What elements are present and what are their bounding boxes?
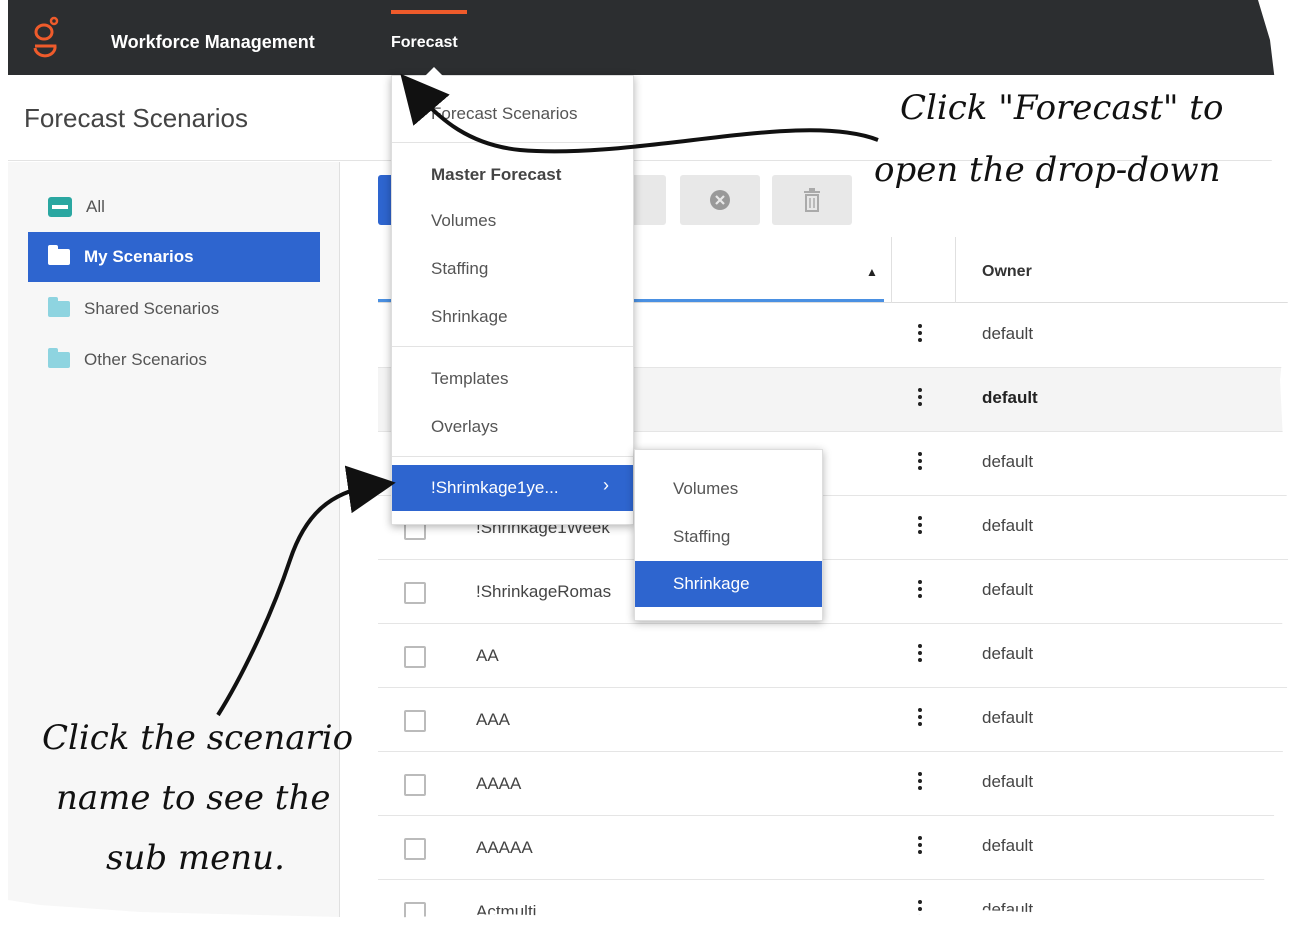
scenario-sidebar: All My Scenarios Shared Scenarios Other …: [8, 162, 340, 918]
menu-divider: [392, 346, 633, 347]
sidebar-item-my-scenarios[interactable]: My Scenarios: [28, 232, 320, 282]
menu-item-master-forecast[interactable]: Master Forecast: [392, 155, 633, 195]
table-row[interactable]: AA default: [378, 624, 1290, 688]
annotation-bottom-line2: name to see the: [56, 778, 331, 818]
chevron-right-icon: ›: [603, 475, 609, 495]
scenario-name[interactable]: AAA: [476, 710, 510, 730]
menu-item-overlays[interactable]: Overlays: [392, 407, 633, 447]
sidebar-item-label: My Scenarios: [84, 247, 194, 266]
submenu-item-shrinkage[interactable]: Shrinkage: [635, 561, 822, 607]
app-window: Workforce Management Forecast Forecast S…: [0, 0, 1290, 919]
menu-item-forecast-scenarios[interactable]: Forecast Scenarios: [392, 94, 633, 134]
more-options-icon[interactable]: [908, 580, 932, 601]
more-options-icon[interactable]: [908, 388, 932, 409]
scenario-name[interactable]: AAAAA: [476, 838, 533, 858]
submenu-item-volumes[interactable]: Volumes: [635, 466, 822, 512]
more-options-icon[interactable]: [908, 644, 932, 665]
delete-button[interactable]: [772, 175, 852, 225]
folder-icon: [48, 297, 70, 317]
menu-item-volumes[interactable]: Volumes: [392, 201, 633, 241]
sidebar-item-label: Shared Scenarios: [84, 299, 220, 318]
owner-cell: default: [982, 580, 1034, 599]
menu-item-scenario[interactable]: !Shrimkage1ye... ›: [392, 465, 633, 511]
row-checkbox[interactable]: [404, 710, 426, 732]
more-options-icon[interactable]: [908, 708, 932, 729]
owner-cell: default: [982, 900, 1034, 919]
app-brand-title: Workforce Management: [111, 32, 315, 52]
scenario-name[interactable]: AAAA: [476, 774, 521, 794]
menu-item-templates[interactable]: Templates: [392, 359, 633, 399]
more-options-icon[interactable]: [908, 452, 932, 473]
top-navigation-bar: Workforce Management Forecast: [0, 0, 1290, 75]
genesys-logo-icon: [33, 16, 59, 58]
close-circle-icon: [710, 190, 730, 210]
folder-icon: [48, 245, 70, 265]
table-row[interactable]: AAA default: [378, 688, 1290, 752]
column-divider: [891, 237, 892, 303]
owner-cell: default: [982, 708, 1034, 727]
scenario-name[interactable]: !ShrinkageRomas: [476, 582, 611, 602]
annotation-top-line2: open the drop-down: [874, 150, 1221, 190]
cancel-button[interactable]: [680, 175, 760, 225]
scenario-name[interactable]: Actmulti: [476, 902, 536, 918]
active-nav-indicator: [391, 10, 467, 14]
more-options-icon[interactable]: [908, 516, 932, 537]
sidebar-item-shared-scenarios[interactable]: Shared Scenarios: [28, 284, 320, 334]
sidebar-item-label: Other Scenarios: [84, 350, 207, 369]
row-checkbox[interactable]: [404, 646, 426, 668]
trash-icon: [804, 188, 820, 212]
sort-ascending-icon[interactable]: ▲: [866, 265, 878, 279]
row-checkbox[interactable]: [404, 774, 426, 796]
dropdown-caret: [425, 67, 443, 76]
owner-cell: default: [982, 452, 1034, 471]
more-options-icon[interactable]: [908, 772, 932, 793]
owner-cell: default: [982, 324, 1034, 343]
menu-item-shrinkage[interactable]: Shrinkage: [392, 297, 633, 337]
table-row[interactable]: AAAA default: [378, 752, 1290, 816]
row-checkbox[interactable]: [404, 582, 426, 604]
owner-column-header[interactable]: Owner: [982, 263, 1032, 281]
more-options-icon[interactable]: [908, 900, 932, 918]
menu-divider: [392, 456, 633, 457]
submenu-item-staffing[interactable]: Staffing: [635, 514, 822, 560]
scenario-name[interactable]: AA: [476, 646, 499, 666]
all-icon: [48, 197, 72, 217]
sidebar-item-all[interactable]: All: [28, 182, 320, 232]
owner-cell: default: [982, 516, 1034, 535]
table-row[interactable]: AAAAA default: [378, 816, 1290, 880]
more-options-icon[interactable]: [908, 836, 932, 857]
row-checkbox[interactable]: [404, 838, 426, 860]
table-row[interactable]: Actmulti default: [378, 880, 1290, 919]
owner-cell: default: [982, 644, 1034, 663]
owner-cell: default: [982, 388, 1038, 407]
row-checkbox[interactable]: [404, 902, 426, 918]
annotation-bottom-line1: Click the scenario: [42, 718, 354, 758]
annotation-bottom-line3: sub menu.: [106, 838, 285, 878]
annotation-top-line1: Click "Forecast" to: [900, 88, 1224, 128]
page-title: Forecast Scenarios: [24, 103, 248, 133]
sidebar-item-label: All: [86, 197, 105, 216]
table-row[interactable]: !ShrinkageRomas default: [378, 560, 1290, 624]
scenario-submenu: Volumes Staffing Shrinkage: [634, 449, 823, 621]
forecast-dropdown-menu: Forecast Scenarios Master Forecast Volum…: [391, 67, 634, 525]
folder-icon: [48, 348, 70, 368]
menu-divider: [392, 142, 633, 143]
owner-cell: default: [982, 772, 1034, 791]
owner-cell: default: [982, 836, 1034, 855]
menu-item-staffing[interactable]: Staffing: [392, 249, 633, 289]
sidebar-item-other-scenarios[interactable]: Other Scenarios: [28, 335, 320, 385]
column-divider: [955, 237, 956, 303]
scenario-name-label: !Shrimkage1ye...: [431, 478, 559, 497]
nav-forecast-tab[interactable]: Forecast: [391, 34, 458, 52]
more-options-icon[interactable]: [908, 324, 932, 345]
